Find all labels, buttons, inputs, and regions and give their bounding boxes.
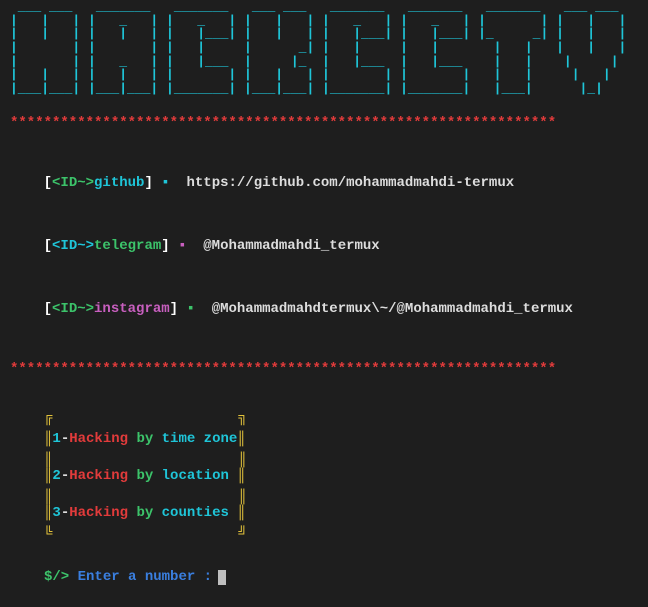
github-url: https://github.com/mohammadmahdi-termux	[186, 175, 514, 191]
divider-bottom: ****************************************…	[10, 359, 638, 380]
menu-item-1[interactable]: ║1-Hacking by time zone║	[44, 429, 638, 450]
telegram-handle: @Mohammadmahdi_termux	[203, 238, 379, 254]
instagram-handle: @Mohammadmahdtermux\~/@Mohammadmahdi_ter…	[212, 301, 573, 317]
ascii-banner: ___ ___ _______ _______ ___ ___ _______ …	[10, 0, 638, 95]
menu-gap: ║║	[44, 450, 638, 466]
id-github-line: [<ID~>github] ▪ https://github.com/moham…	[10, 152, 638, 215]
divider-top: ****************************************…	[10, 113, 638, 134]
menu: ╔╗ ║1-Hacking by time zone║ ║║ ║2-Hackin…	[44, 408, 638, 545]
menu-item-3[interactable]: ║3-Hacking by counties ║	[44, 503, 638, 524]
menu-item-2[interactable]: ║2-Hacking by location ║	[44, 466, 638, 487]
cursor-icon	[218, 570, 226, 585]
id-telegram-line: [<ID~>telegram] ▪ @Mohammadmahdi_termux	[10, 215, 638, 278]
input-prompt[interactable]: $/> Enter a number :	[44, 567, 638, 588]
menu-gap: ║║	[44, 487, 638, 503]
id-instagram-line: [<ID~>instagram] ▪ @Mohammadmahdtermux\~…	[10, 278, 638, 341]
